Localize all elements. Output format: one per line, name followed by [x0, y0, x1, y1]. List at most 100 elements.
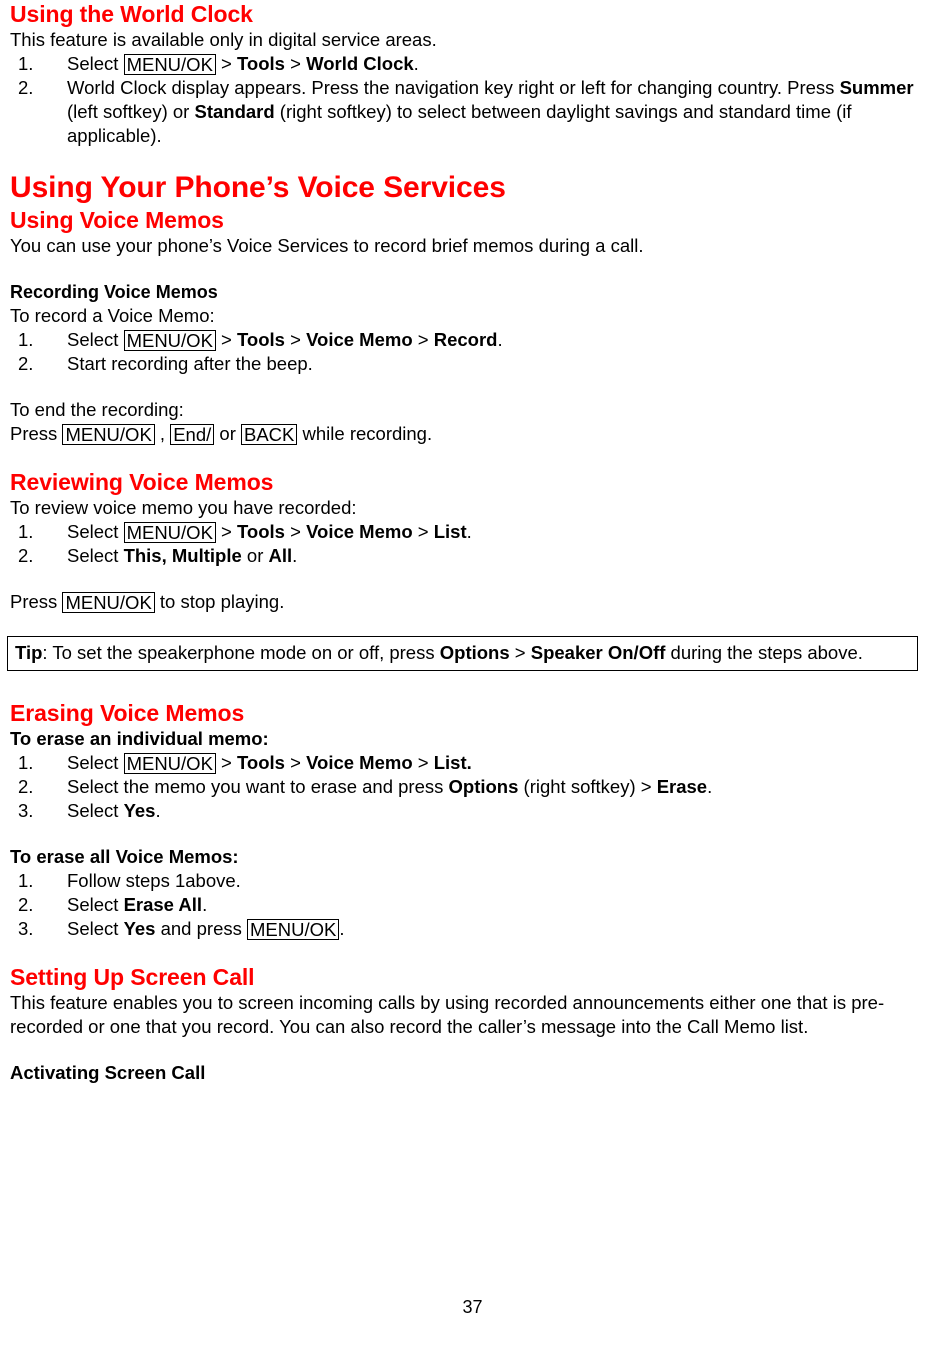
step-bold-all: All — [268, 545, 293, 566]
step-text-post: . — [413, 53, 419, 74]
screen-call-intro: This feature enables you to screen incom… — [10, 992, 885, 1037]
step-text-3: . — [707, 776, 713, 797]
step-text-post: . — [466, 521, 472, 542]
step-text-post: . — [292, 545, 298, 566]
erase-all-heading: To erase all Voice Memos: — [10, 846, 239, 867]
list-number: 3. — [18, 800, 34, 821]
recording-steps: 1. Select MENU/OK > Tools > Voice Memo >… — [10, 328, 935, 376]
step-bold-voice-memo: Voice Memo — [306, 329, 413, 350]
key-label-menu-ok: MENU/OK — [123, 54, 216, 75]
text-pre: Press — [10, 423, 63, 444]
step-text-mid: > — [215, 752, 237, 773]
tip-text-1: : To set the speakerphone mode on or off… — [42, 642, 440, 663]
end-recording-intro: To end the recording: — [10, 399, 184, 420]
step-text-post: . — [155, 800, 161, 821]
heading-reviewing-voice-memos: Reviewing Voice Memos — [10, 469, 274, 495]
step-bold-list: List. — [433, 752, 472, 773]
step-bold-yes: Yes — [123, 918, 156, 939]
tip-label: Tip — [15, 642, 43, 663]
heading-voice-services: Using Your Phone’s Voice Services — [10, 171, 506, 204]
tip-text-2: > — [509, 642, 531, 663]
list-number: 1. — [18, 752, 34, 773]
list-item: 1. Follow steps 1above. — [10, 869, 935, 893]
step-text-post: . — [339, 918, 345, 939]
step-text-1: World Clock display appears. Press the n… — [67, 77, 840, 98]
step-text-post: . — [497, 329, 503, 350]
text-pre: Press — [10, 591, 63, 612]
heading-erasing-voice-memos: Erasing Voice Memos — [10, 700, 245, 726]
list-item: 1. Select MENU/OK > Tools > World Clock. — [10, 52, 935, 76]
step-text: Start recording after the beep. — [67, 353, 313, 374]
key-label-menu-ok: MENU/OK — [123, 522, 216, 543]
step-text-pre: Select — [67, 545, 124, 566]
heading-using-voice-memos: Using Voice Memos — [10, 207, 224, 233]
list-item: 2. World Clock display appears. Press th… — [10, 76, 935, 148]
step-text: Follow steps 1above. — [67, 870, 241, 891]
list-item: 2. Start recording after the beep. — [10, 352, 935, 376]
page-content: Using the World Clock This feature is av… — [7, 0, 935, 1085]
text-mid-2: or — [214, 423, 241, 444]
recording-intro: To record a Voice Memo: — [10, 305, 215, 326]
step-bold-erase: Erase — [656, 776, 708, 797]
list-item: 1. Select MENU/OK > Tools > Voice Memo >… — [10, 751, 935, 775]
step-bold-erase-all: Erase All — [123, 894, 203, 915]
page-number: 37 — [462, 1297, 483, 1317]
step-bold-standard: Standard — [194, 101, 275, 122]
list-number: 2. — [18, 353, 34, 374]
step-bold-voice-memo: Voice Memo — [306, 521, 413, 542]
step-bold-options: Options — [448, 776, 519, 797]
step-text-pre: Select — [67, 521, 124, 542]
step-bold-voice-memo: Voice Memo — [306, 752, 413, 773]
world-clock-intro: This feature is available only in digita… — [10, 29, 437, 50]
step-text-sep1: > — [284, 752, 307, 773]
list-number: 1. — [18, 521, 34, 542]
tip-text-3: during the steps above. — [665, 642, 863, 663]
step-text-sep: > — [284, 53, 307, 74]
step-text-1: Select the memo you want to erase and pr… — [67, 776, 449, 797]
step-text-2: (left softkey) or — [67, 101, 195, 122]
step-text-pre: Select — [67, 752, 124, 773]
reviewing-steps: 1. Select MENU/OK > Tools > Voice Memo >… — [10, 520, 935, 568]
heading-recording-voice-memos: Recording Voice Memos — [10, 282, 218, 302]
list-number: 3. — [18, 918, 34, 939]
step-bold-tools: Tools — [237, 329, 285, 350]
heading-using-world-clock: Using the World Clock — [10, 1, 253, 27]
list-item: 2. Select Erase All. — [10, 893, 935, 917]
step-text-2: (right softkey) > — [518, 776, 657, 797]
step-bold-list: List — [433, 521, 467, 542]
reviewing-intro: To review voice memo you have recorded: — [10, 497, 357, 518]
step-text-sep2: > — [412, 521, 434, 542]
list-item: 1. Select MENU/OK > Tools > Voice Memo >… — [10, 328, 935, 352]
list-number: 1. — [18, 329, 34, 350]
step-bold-tools: Tools — [237, 53, 285, 74]
list-item: 1. Select MENU/OK > Tools > Voice Memo >… — [10, 520, 935, 544]
step-text-mid: > — [215, 521, 237, 542]
text-post: to stop playing. — [154, 591, 285, 612]
end-recording-line: Press MENU/OK , End/ or BACK while recor… — [10, 422, 935, 446]
text-post: while recording. — [297, 423, 433, 444]
list-number: 2. — [18, 776, 34, 797]
step-text-sep1: > — [284, 521, 307, 542]
key-label-menu-ok: MENU/OK — [62, 592, 155, 613]
list-item: 2. Select the memo you want to erase and… — [10, 775, 935, 799]
step-bold-yes: Yes — [123, 800, 156, 821]
step-text-post: . — [202, 894, 208, 915]
erase-all-steps: 1. Follow steps 1above. 2. Select Erase … — [10, 869, 935, 941]
step-text-mid: > — [215, 53, 237, 74]
key-label-menu-ok: MENU/OK — [247, 919, 340, 940]
list-item: 3. Select Yes and press MENU/OK. — [10, 917, 935, 941]
list-item: 3. Select Yes. — [10, 799, 935, 823]
step-text-sep1: > — [284, 329, 307, 350]
key-label-menu-ok: MENU/OK — [123, 330, 216, 351]
step-text-sep2: > — [412, 329, 434, 350]
step-text-pre: Select — [67, 800, 124, 821]
key-label-menu-ok: MENU/OK — [123, 753, 216, 774]
tip-bold-options: Options — [439, 642, 510, 663]
